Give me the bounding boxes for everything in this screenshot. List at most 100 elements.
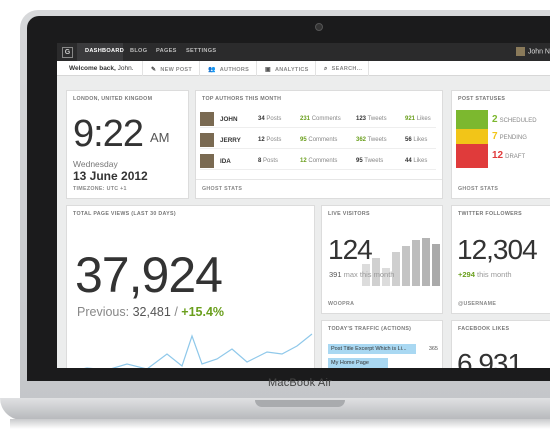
- author-comments-label: Comments: [308, 137, 338, 143]
- author-posts-count: 12: [258, 137, 265, 143]
- author-tweets-label: Tweets: [364, 158, 384, 164]
- author-likes-label: Likes: [416, 116, 431, 122]
- status-name: PENDING: [499, 134, 527, 141]
- nav-blog[interactable]: BLOG: [130, 48, 147, 54]
- author-posts: 12 Posts: [258, 137, 281, 143]
- live-visitors-title: LIVE VISITORS: [328, 211, 370, 217]
- author-posts-count: 8: [258, 158, 262, 164]
- author-tweets-count: 123: [356, 116, 367, 122]
- author-likes-count: 44: [405, 158, 412, 164]
- facebook-likes-title: FACEBOOK LIKES: [458, 326, 510, 332]
- twitter-followers-value: 12,304: [457, 234, 538, 265]
- author-likes-count: 921: [405, 116, 416, 122]
- user-menu[interactable]: John N: [515, 47, 550, 56]
- page-views-previous: Previous: 32,481 / +15.4%: [77, 305, 224, 319]
- author-tweets-label: Tweets: [367, 137, 387, 143]
- status-count: 7: [492, 130, 498, 142]
- ghost-logo[interactable]: G: [62, 47, 73, 58]
- welcome-prefix: Welcome back,: [69, 65, 116, 72]
- author-comments: 231 Comments: [300, 116, 341, 122]
- screen: G DASHBOARD BLOG PAGES SETTINGS John N W…: [57, 43, 550, 368]
- traffic-row[interactable]: Post Title Excerpt Which is Li... 365: [328, 344, 438, 354]
- author-likes: 56 Likes: [405, 137, 427, 143]
- welcome-name: John.: [117, 65, 134, 72]
- new-post-label: NEW POST: [160, 67, 193, 73]
- status-color-bar: [456, 110, 488, 129]
- author-likes: 44 Likes: [405, 158, 427, 164]
- author-tweets-count: 95: [356, 158, 363, 164]
- analytics-label: ANALYTICS: [274, 67, 309, 73]
- new-post-button[interactable]: ✎ NEW POST: [142, 61, 199, 76]
- facebook-likes-panel: FACEBOOK LIKES 6,931: [451, 320, 550, 368]
- previous-value: 32,481: [132, 305, 171, 319]
- welcome-message: Welcome back, John.: [69, 65, 134, 72]
- author-tweets: 362 Tweets: [356, 137, 387, 143]
- author-likes-label: Likes: [413, 158, 428, 164]
- previous-label: Previous:: [77, 305, 130, 319]
- twitter-followers-change: +294 this month: [458, 270, 512, 279]
- status-name: SCHEDULED: [499, 117, 537, 124]
- page-views-sparkline: [83, 333, 313, 368]
- facebook-likes-value: 6,931: [457, 348, 523, 368]
- status-label[interactable]: 2 SCHEDULED: [492, 114, 537, 125]
- clock-panel: LONDON, UNITED KINGDOM 9:22 AM Wednesday…: [66, 90, 189, 199]
- status-color-bar: [456, 144, 488, 168]
- top-authors-footer: GHOST STATS: [202, 186, 243, 192]
- analytics-button[interactable]: ▣ ANALYTICS: [256, 61, 315, 76]
- page-views-panel: TOTAL PAGE VIEWS (LAST 30 DAYS) 37,924 P…: [66, 205, 315, 368]
- clock-time: 9:22: [73, 113, 144, 155]
- status-name: DRAFT: [505, 154, 526, 160]
- clock-ampm: AM: [150, 130, 170, 145]
- author-posts-label: Posts: [263, 158, 279, 164]
- live-visitors-max-label: max this month: [343, 270, 395, 279]
- author-row[interactable]: IDA 8 Posts 12 Comments 95 Tweets 44 Likes: [200, 152, 436, 170]
- author-comments-count: 12: [300, 158, 307, 164]
- nav-pages[interactable]: PAGES: [156, 48, 177, 54]
- device-brand-label: MacBook Air: [268, 377, 332, 389]
- twitter-followers-title: TWITTER FOLLOWERS: [458, 211, 522, 217]
- author-name: IDA: [220, 158, 231, 165]
- traffic-label: My Home Page: [331, 360, 369, 366]
- twitter-change-value: +294: [458, 270, 475, 279]
- twitter-followers-footer: @USERNAME: [458, 301, 497, 307]
- users-icon: 👥: [208, 67, 216, 73]
- pencil-icon: ✎: [151, 67, 157, 73]
- nav-dashboard[interactable]: DASHBOARD: [85, 48, 124, 54]
- author-posts-label: Posts: [266, 116, 282, 122]
- camera-icon: [315, 23, 323, 31]
- page-views-change: +15.4%: [181, 305, 225, 319]
- author-comments-label: Comments: [308, 158, 338, 164]
- live-visitors-max-value: 391: [329, 270, 342, 279]
- action-bar: Welcome back, John. ✎ NEW POST 👥 AUTHORS ▣…: [57, 61, 550, 76]
- todays-traffic-panel: TODAY'S TRAFFIC (ACTIONS) Post Title Exc…: [321, 320, 443, 368]
- clock-title: LONDON, UNITED KINGDOM: [73, 96, 153, 102]
- live-visitors-max: 391 max this month: [329, 270, 394, 279]
- author-row[interactable]: JOHN 34 Posts 231 Comments 123 Tweets 921 Li…: [200, 110, 436, 128]
- nav-settings[interactable]: SETTINGS: [186, 48, 216, 54]
- status-label[interactable]: 7 PENDING: [492, 131, 527, 142]
- user-name: John N: [527, 48, 550, 56]
- author-comments: 12 Comments: [300, 158, 337, 164]
- authors-button[interactable]: 👥 AUTHORS: [199, 61, 256, 76]
- status-label[interactable]: 12 DRAFT: [492, 150, 525, 161]
- author-row[interactable]: JERRY 12 Posts 95 Comments 362 Tweets 56 Lik…: [200, 131, 436, 149]
- live-visitors-footer: WOOPRA: [328, 301, 355, 307]
- previous-separator: /: [174, 305, 178, 319]
- author-posts: 8 Posts: [258, 158, 278, 164]
- live-visitors-value: 124: [328, 234, 373, 265]
- search-button[interactable]: ⌕ SEARCH...: [315, 61, 369, 76]
- post-statuses-title: POST STATUSES: [458, 96, 506, 102]
- traffic-row[interactable]: My Home Page: [328, 358, 438, 368]
- traffic-count: 365: [428, 346, 438, 352]
- author-avatar: [200, 112, 214, 126]
- author-tweets: 123 Tweets: [356, 116, 387, 122]
- author-likes-count: 56: [405, 137, 412, 143]
- user-avatar: [515, 47, 525, 56]
- author-tweets-label: Tweets: [367, 116, 387, 122]
- author-posts-count: 34: [258, 116, 265, 122]
- page-views-title: TOTAL PAGE VIEWS (LAST 30 DAYS): [73, 211, 176, 217]
- post-statuses-footer: GHOST STATS: [458, 186, 499, 192]
- live-visitors-panel: LIVE VISITORS 124 391 max this month WOO…: [321, 205, 443, 314]
- authors-label: AUTHORS: [219, 67, 250, 73]
- chart-icon: ▣: [265, 67, 271, 73]
